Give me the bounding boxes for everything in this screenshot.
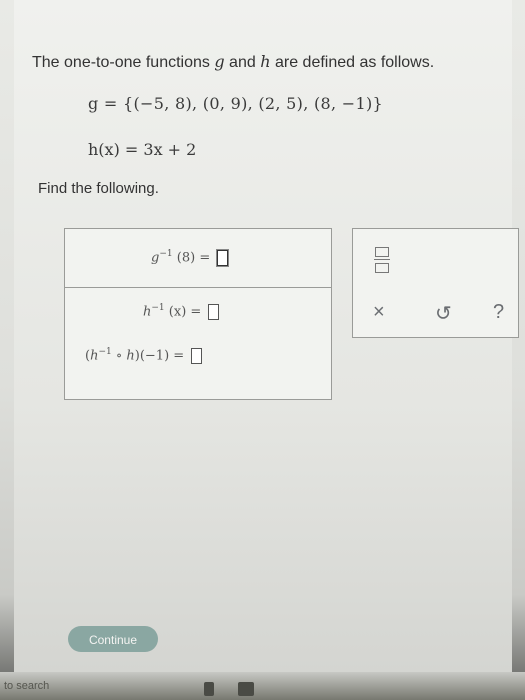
function-h-label: h <box>260 52 271 71</box>
question-prompt: The one-to-one functions g and h are def… <box>32 52 434 72</box>
fraction-bar <box>374 259 390 260</box>
compose-operator: ∘ <box>115 348 123 364</box>
prompt-prefix: The one-to-one functions <box>32 54 210 71</box>
function-g-label: g <box>214 52 225 71</box>
h-definition: h(x) = 3x + 2 <box>88 140 197 159</box>
equals-sign: = <box>190 304 202 320</box>
g-inverse-arg: (8) <box>176 250 196 266</box>
h-inverse-answer-input[interactable] <box>208 303 220 320</box>
undo-icon[interactable]: ↺ <box>435 301 452 326</box>
g-definition: g = {(−5, 8), (0, 9), (2, 5), (8, −1)} <box>88 94 383 113</box>
g-inverse-sup: −1 <box>159 249 173 259</box>
h-inverse-expression: h−1 (x) = <box>143 303 220 320</box>
h-inverse-arg: (x) <box>168 304 187 320</box>
fraction-icon[interactable] <box>374 247 390 273</box>
equals-sign: = <box>173 348 185 364</box>
answer-row-g-inverse: g−1 (8) = <box>65 229 331 288</box>
taskbar-search[interactable]: to search <box>4 680 49 692</box>
g-inverse-answer-input[interactable] <box>217 249 229 266</box>
math-tools-panel: × ↺ ? <box>352 228 519 338</box>
composition-expression: (h−1 ∘ h)(−1) = <box>85 347 203 364</box>
prompt-and: and <box>229 54 256 71</box>
composition-arg: (−1) <box>139 348 170 364</box>
help-icon[interactable]: ? <box>493 301 504 324</box>
prompt-suffix: are defined as follows. <box>274 54 435 71</box>
app-screen: The one-to-one functions g and h are def… <box>14 0 519 672</box>
answer-area: g−1 (8) = h−1 (x) = (h−1 ∘ h)(−1) = <box>64 228 332 400</box>
continue-button[interactable]: Continue <box>68 626 158 652</box>
h-inverse-sup: −1 <box>98 347 112 357</box>
h-inverse-sup: −1 <box>151 303 165 313</box>
fraction-denominator-box <box>375 263 389 273</box>
taskbar-app-icon[interactable] <box>204 682 214 696</box>
g-inverse-expression: g−1 (8) = <box>151 249 229 266</box>
h-func: h <box>126 348 135 364</box>
composition-answer-input[interactable] <box>191 347 203 364</box>
taskbar-app-icon[interactable] <box>238 682 254 696</box>
equals-sign: = <box>199 250 211 266</box>
find-label: Find the following. <box>38 180 159 197</box>
clear-icon[interactable]: × <box>373 301 385 324</box>
fraction-numerator-box <box>375 247 389 257</box>
taskbar: to search <box>0 672 525 700</box>
